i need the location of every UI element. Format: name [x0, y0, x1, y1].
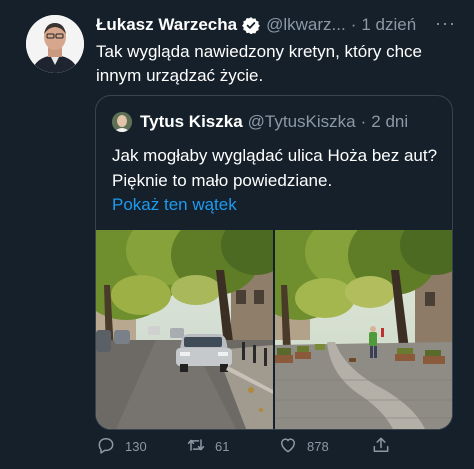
tweet-header: Łukasz Warzecha @lkwarz... · 1 dzień ···: [96, 14, 456, 36]
quoted-author-avatar: [112, 112, 132, 132]
retweet-count: 61: [215, 439, 230, 454]
reply-button[interactable]: 130: [96, 435, 147, 458]
like-count: 878: [307, 439, 329, 454]
tweet-text: Tak wygląda nawiedzony kretyn, który chc…: [96, 42, 422, 85]
quoted-tweet-text: Jak mogłaby wyglądać ulica Hoża bez aut?…: [112, 146, 438, 190]
heart-icon: [278, 435, 298, 458]
header-separator: ·: [350, 15, 357, 34]
share-icon: [371, 435, 391, 458]
author-handle[interactable]: @lkwarz...: [266, 15, 346, 35]
reply-count: 130: [125, 439, 147, 454]
share-button[interactable]: [371, 435, 391, 458]
quoted-author-name: Tytus Kiszka: [140, 112, 243, 131]
show-thread-link[interactable]: Pokaż ten wątek: [112, 195, 237, 215]
verified-badge-icon: [242, 16, 261, 34]
quoted-header-separator: ·: [360, 112, 367, 131]
tweet-actions: 130 61 878: [96, 435, 450, 457]
quoted-tweet-header: Tytus Kiszka @TytusKiszka · 2 dni: [112, 110, 442, 134]
retweet-icon: [186, 435, 206, 458]
photo-street-with-cars[interactable]: [96, 230, 273, 429]
quoted-tweet-card[interactable]: Tytus Kiszka @TytusKiszka · 2 dni Jak mo…: [95, 95, 453, 430]
tweet-timestamp[interactable]: 1 dzień: [361, 15, 416, 35]
author-name[interactable]: Łukasz Warzecha: [96, 15, 237, 35]
photo-street-without-cars[interactable]: [275, 230, 452, 429]
author-avatar[interactable]: [26, 15, 84, 73]
like-button[interactable]: 878: [278, 435, 329, 458]
more-options-icon[interactable]: ···: [435, 14, 456, 32]
retweet-button[interactable]: 61: [186, 435, 229, 458]
quoted-timestamp: 2 dni: [371, 112, 409, 131]
reply-icon: [96, 435, 116, 458]
quoted-author-handle: @TytusKiszka: [247, 112, 356, 131]
